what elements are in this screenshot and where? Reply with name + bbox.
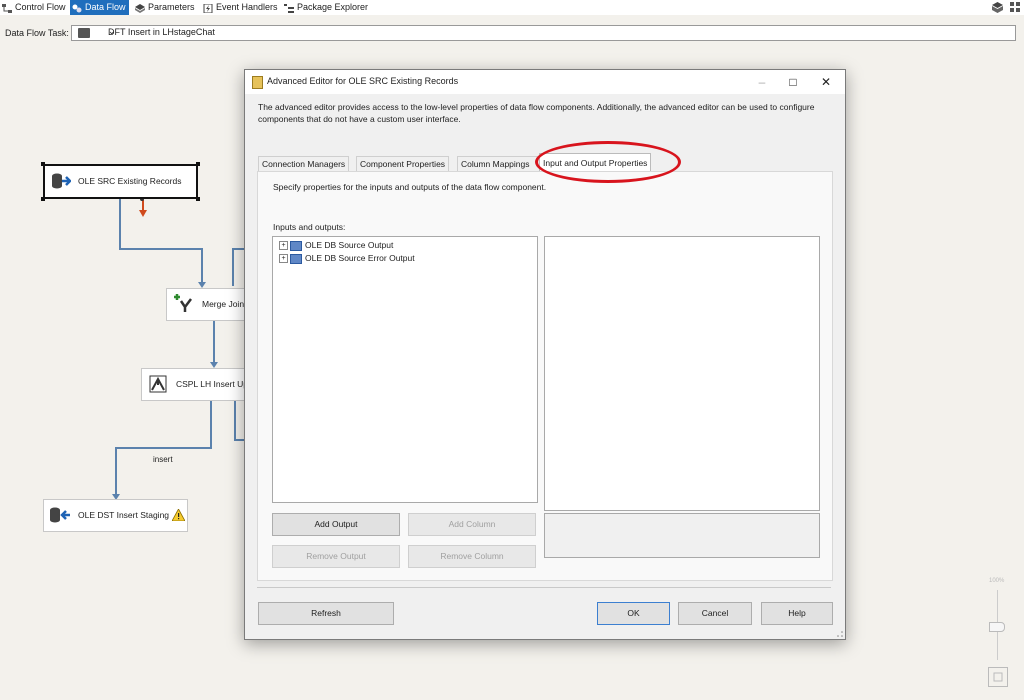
- dialog-description: The advanced editor provides access to t…: [258, 102, 815, 124]
- tab-parameters[interactable]: Parameters: [133, 0, 198, 15]
- flow-path[interactable]: [115, 447, 117, 497]
- refresh-button[interactable]: Refresh: [258, 602, 394, 625]
- editor-icon: [252, 76, 263, 89]
- parameters-icon: [135, 3, 145, 13]
- path-label: insert: [153, 455, 173, 464]
- flow-path[interactable]: [201, 248, 203, 286]
- task-combobox[interactable]: DFT Insert in LHstageChat ⌄: [71, 25, 1016, 41]
- component-label: Merge Join: [202, 299, 245, 309]
- event-handlers-icon: [203, 3, 213, 14]
- resize-handle[interactable]: [196, 162, 200, 166]
- help-button[interactable]: Help: [761, 602, 833, 625]
- flow-path[interactable]: [119, 197, 121, 249]
- control-flow-icon: [2, 3, 12, 13]
- expand-icon[interactable]: +: [279, 241, 288, 251]
- zoom-level: 100%: [989, 578, 1005, 584]
- tab-control-flow[interactable]: Control Flow: [0, 0, 69, 15]
- conditional-split-icon: [148, 374, 168, 396]
- flow-path[interactable]: [232, 248, 234, 286]
- grid-icon[interactable]: [1010, 2, 1021, 15]
- task-label: Data Flow Task:: [5, 28, 69, 38]
- component-ole-dst-insert-staging[interactable]: OLE DST Insert Staging: [43, 499, 188, 532]
- ok-button[interactable]: OK: [597, 602, 670, 625]
- output-icon: [290, 253, 302, 264]
- component-ole-src-existing-records[interactable]: OLE SRC Existing Records: [41, 162, 200, 201]
- tree-item-source-output[interactable]: + OLE DB Source Output: [279, 240, 393, 251]
- property-description-box: [544, 513, 820, 558]
- zoom-control: 100%: [985, 578, 1011, 690]
- flow-path[interactable]: [213, 320, 215, 364]
- minimize-button[interactable]: –: [747, 73, 777, 91]
- resize-handle[interactable]: [41, 162, 45, 166]
- tab-package-explorer[interactable]: Package Explorer: [282, 0, 371, 15]
- add-column-button[interactable]: Add Column: [408, 513, 536, 536]
- close-button[interactable]: ✕: [811, 73, 841, 91]
- flow-path[interactable]: [210, 400, 212, 448]
- tab-column-mappings[interactable]: Column Mappings: [457, 156, 540, 172]
- expand-icon[interactable]: +: [279, 254, 288, 264]
- package-explorer-icon: [284, 3, 294, 13]
- flow-path[interactable]: [234, 400, 236, 440]
- package-icon[interactable]: [992, 2, 1003, 15]
- flow-path[interactable]: [115, 447, 212, 449]
- dialog-title: Advanced Editor for OLE SRC Existing Rec…: [267, 76, 459, 86]
- zoom-fit-icon[interactable]: [988, 667, 1008, 687]
- ole-destination-icon: [49, 507, 71, 525]
- add-output-button[interactable]: Add Output: [272, 513, 400, 536]
- highlight-annotation: [535, 141, 681, 183]
- data-flow-task-icon: [78, 28, 90, 38]
- maximize-button[interactable]: □: [778, 73, 808, 91]
- dialog-separator: [257, 587, 831, 588]
- error-arrowhead-icon: [139, 210, 147, 217]
- component-label: CSPL LH Insert Upd: [176, 379, 253, 389]
- cancel-button[interactable]: Cancel: [678, 602, 752, 625]
- tab-connection-managers[interactable]: Connection Managers: [258, 156, 350, 172]
- component-merge-join[interactable]: Merge Join: [166, 288, 248, 321]
- tree-item-error-output[interactable]: + OLE DB Source Error Output: [279, 253, 415, 264]
- inputs-outputs-tree[interactable]: + OLE DB Source Output + OLE DB Source Err…: [272, 236, 538, 503]
- zoom-slider-thumb[interactable]: [989, 622, 1005, 632]
- data-flow-icon: [72, 3, 82, 13]
- properties-grid[interactable]: [544, 236, 820, 511]
- remove-output-button[interactable]: Remove Output: [272, 545, 400, 568]
- dialog-titlebar[interactable]: Advanced Editor for OLE SRC Existing Rec…: [245, 70, 845, 94]
- component-label: OLE DST Insert Staging: [78, 510, 170, 520]
- tab-data-flow[interactable]: Data Flow: [70, 0, 129, 15]
- tab-event-handlers[interactable]: Event Handlers: [201, 0, 281, 15]
- designer-tab-strip: Control Flow Data Flow Parameters Event …: [0, 0, 1024, 15]
- panel-hint: Specify properties for the inputs and ou…: [273, 182, 547, 192]
- tab-component-properties[interactable]: Component Properties: [356, 156, 450, 172]
- resize-handle[interactable]: [196, 197, 200, 201]
- warning-icon[interactable]: [171, 508, 186, 523]
- flow-path[interactable]: [234, 439, 244, 441]
- output-icon: [290, 240, 302, 251]
- flow-path[interactable]: [119, 248, 203, 250]
- resize-grip-icon[interactable]: [835, 629, 843, 637]
- resize-handle[interactable]: [41, 197, 45, 201]
- component-cspl-lh-insert-upd[interactable]: CSPL LH Insert Upd: [141, 368, 253, 401]
- remove-column-button[interactable]: Remove Column: [408, 545, 536, 568]
- component-label: OLE SRC Existing Records: [78, 176, 182, 186]
- ole-source-icon: [51, 173, 72, 191]
- chevron-down-icon[interactable]: ⌄: [108, 26, 1011, 37]
- merge-join-icon: [172, 293, 194, 315]
- inputs-outputs-label: Inputs and outputs:: [273, 222, 346, 232]
